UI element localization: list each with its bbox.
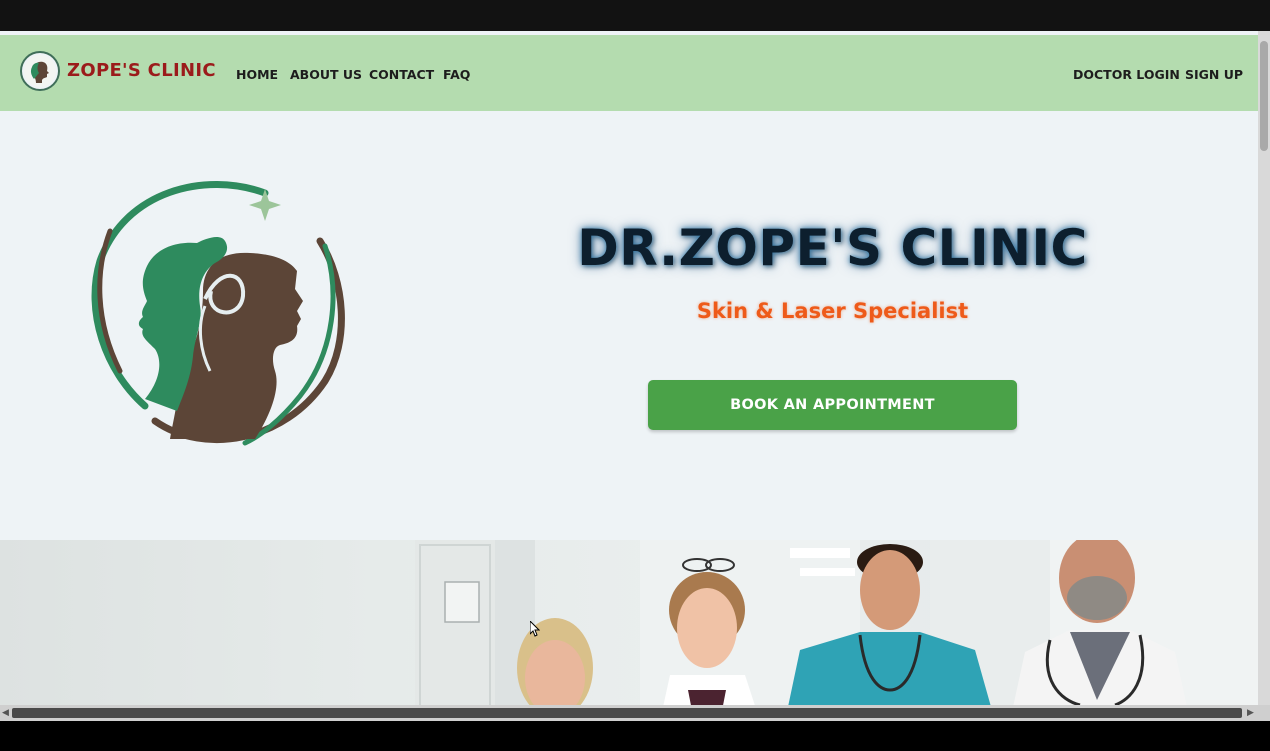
scrollbar-corner bbox=[1258, 705, 1270, 721]
doctors-photo bbox=[0, 540, 1258, 721]
mouse-cursor-icon bbox=[530, 621, 540, 637]
nav-contact[interactable]: CONTACT bbox=[369, 67, 434, 82]
horizontal-scrollbar[interactable]: ◀ ▶ bbox=[0, 705, 1258, 721]
vertical-scrollbar[interactable] bbox=[1258, 31, 1270, 721]
book-appointment-button[interactable]: BOOK AN APPOINTMENT bbox=[648, 380, 1017, 430]
scroll-left-icon[interactable]: ◀ bbox=[2, 707, 9, 718]
screen-bottom-bar bbox=[0, 721, 1270, 751]
nav-about-us[interactable]: ABOUT US bbox=[290, 67, 362, 82]
hero-subtitle: Skin & Laser Specialist bbox=[696, 299, 969, 323]
nav-home[interactable]: HOME bbox=[236, 67, 278, 82]
vertical-scrollbar-thumb[interactable] bbox=[1260, 41, 1268, 151]
navbar: ZOPE'S CLINIC HOME ABOUT US CONTACT FAQ … bbox=[0, 35, 1258, 111]
scroll-right-icon[interactable]: ▶ bbox=[1247, 707, 1254, 718]
clinic-logo-icon[interactable] bbox=[20, 51, 60, 91]
hero-logo-icon bbox=[85, 171, 350, 456]
screen-top-bar bbox=[0, 0, 1270, 31]
nav-sign-up[interactable]: SIGN UP bbox=[1185, 67, 1243, 82]
hero-title: DR.ZOPE'S CLINIC bbox=[577, 219, 1088, 277]
brand-name[interactable]: ZOPE'S CLINIC bbox=[67, 60, 216, 81]
nav-doctor-login[interactable]: DOCTOR LOGIN bbox=[1073, 67, 1180, 82]
browser-viewport: ZOPE'S CLINIC HOME ABOUT US CONTACT FAQ … bbox=[0, 31, 1270, 721]
nav-faq[interactable]: FAQ bbox=[443, 67, 470, 82]
horizontal-scrollbar-thumb[interactable] bbox=[12, 708, 1242, 718]
